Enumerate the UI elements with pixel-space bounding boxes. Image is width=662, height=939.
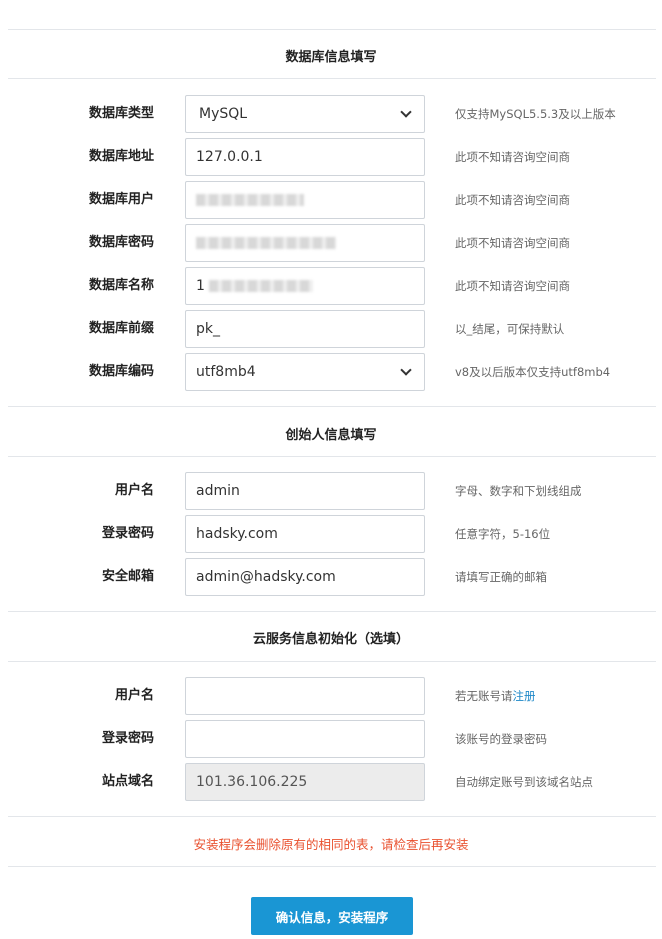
db-host-input[interactable]: 127.0.0.1: [185, 138, 425, 176]
founder-username-label: 用户名: [114, 483, 154, 498]
divider-founder-top: [8, 406, 656, 407]
db-name-label: 数据库名称: [88, 278, 154, 293]
founder-username-row: 用户名 admin 字母、数字和下划线组成: [0, 472, 662, 510]
db-charset-row: 数据库编码 utf8mb4 v8及以后版本仅支持utf8mb4: [0, 353, 662, 391]
db-prefix-label: 数据库前缀: [88, 321, 154, 336]
cloud-username-label: 用户名: [114, 688, 154, 703]
divider-warning-top: [8, 816, 656, 817]
db-type-label: 数据库类型: [88, 106, 154, 121]
divider-founder-header: [8, 456, 656, 457]
confirm-install-button[interactable]: 确认信息，安装程序: [251, 897, 413, 935]
redacted-value: [196, 237, 336, 249]
db-section-title: 数据库信息填写: [285, 50, 377, 65]
founder-email-hint: 请填写正确的邮箱: [455, 570, 547, 584]
db-user-label: 数据库用户: [88, 192, 154, 207]
db-user-input[interactable]: [185, 181, 425, 219]
db-password-row: 数据库密码 此项不知请咨询空间商: [0, 224, 662, 262]
cloud-password-input[interactable]: [185, 720, 425, 758]
db-host-hint: 此项不知请咨询空间商: [455, 150, 570, 164]
founder-password-hint: 任意字符，5-16位: [455, 527, 551, 541]
db-host-label: 数据库地址: [88, 149, 154, 164]
db-password-hint: 此项不知请咨询空间商: [455, 236, 570, 250]
divider-warning-bottom: [8, 866, 656, 867]
founder-username-input[interactable]: admin: [185, 472, 425, 510]
divider-cloud-header: [8, 661, 656, 662]
db-charset-label: 数据库编码: [88, 364, 154, 379]
cloud-password-row: 登录密码 该账号的登录密码: [0, 720, 662, 758]
divider-cloud-top: [8, 611, 656, 612]
db-name-input[interactable]: 1: [185, 267, 425, 305]
divider-top: [8, 29, 656, 30]
db-name-row: 数据库名称 1 此项不知请咨询空间商: [0, 267, 662, 305]
founder-password-label: 登录密码: [101, 526, 154, 541]
db-prefix-input[interactable]: pk_: [185, 310, 425, 348]
founder-password-row: 登录密码 hadsky.com 任意字符，5-16位: [0, 515, 662, 553]
founder-email-input[interactable]: admin@hadsky.com: [185, 558, 425, 596]
db-charset-value: utf8mb4: [196, 364, 256, 380]
db-name-hint: 此项不知请咨询空间商: [455, 279, 570, 293]
chevron-down-icon: [400, 105, 412, 118]
chevron-down-icon: [400, 363, 412, 376]
db-type-select[interactable]: MySQL: [185, 95, 425, 133]
cloud-username-hint-text: 若无账号请: [455, 689, 513, 703]
db-type-row: 数据库类型 MySQL 仅支持MySQL5.5.3及以上版本: [0, 95, 662, 133]
db-password-label: 数据库密码: [88, 235, 154, 250]
divider-db-header: [8, 78, 656, 79]
db-name-value-prefix: 1: [196, 278, 205, 294]
cloud-domain-input: 101.36.106.225: [185, 763, 425, 801]
redacted-value: [209, 280, 314, 292]
founder-password-input[interactable]: hadsky.com: [185, 515, 425, 553]
db-user-hint: 此项不知请咨询空间商: [455, 193, 570, 207]
cloud-password-hint: 该账号的登录密码: [455, 732, 547, 746]
cloud-username-hint: 若无账号请注册: [455, 677, 536, 715]
cloud-domain-label: 站点域名: [101, 774, 154, 789]
founder-username-hint: 字母、数字和下划线组成: [455, 484, 582, 498]
db-prefix-hint: 以_结尾，可保持默认: [455, 322, 565, 336]
founder-section-title: 创始人信息填写: [285, 428, 377, 443]
founder-email-row: 安全邮箱 admin@hadsky.com 请填写正确的邮箱: [0, 558, 662, 596]
db-password-input[interactable]: [185, 224, 425, 262]
redacted-value: [196, 194, 304, 206]
db-charset-hint: v8及以后版本仅支持utf8mb4: [455, 365, 611, 379]
cloud-domain-row: 站点域名 101.36.106.225 自动绑定账号到该域名站点: [0, 763, 662, 801]
cloud-username-input[interactable]: [185, 677, 425, 715]
cloud-section-title: 云服务信息初始化（选填）: [252, 632, 409, 647]
cloud-username-row: 用户名 若无账号请注册: [0, 677, 662, 715]
db-type-hint: 仅支持MySQL5.5.3及以上版本: [455, 107, 616, 121]
db-prefix-row: 数据库前缀 pk_ 以_结尾，可保持默认: [0, 310, 662, 348]
db-type-value: MySQL: [199, 106, 248, 122]
founder-email-label: 安全邮箱: [101, 569, 154, 584]
register-link[interactable]: 注册: [513, 689, 536, 703]
db-host-row: 数据库地址 127.0.0.1 此项不知请咨询空间商: [0, 138, 662, 176]
db-user-row: 数据库用户 此项不知请咨询空间商: [0, 181, 662, 219]
cloud-password-label: 登录密码: [101, 731, 154, 746]
db-charset-select[interactable]: utf8mb4: [185, 353, 425, 391]
cloud-domain-hint: 自动绑定账号到该域名站点: [455, 775, 593, 789]
warning-text: 安装程序会删除原有的相同的表，请检查后再安装: [193, 837, 469, 852]
